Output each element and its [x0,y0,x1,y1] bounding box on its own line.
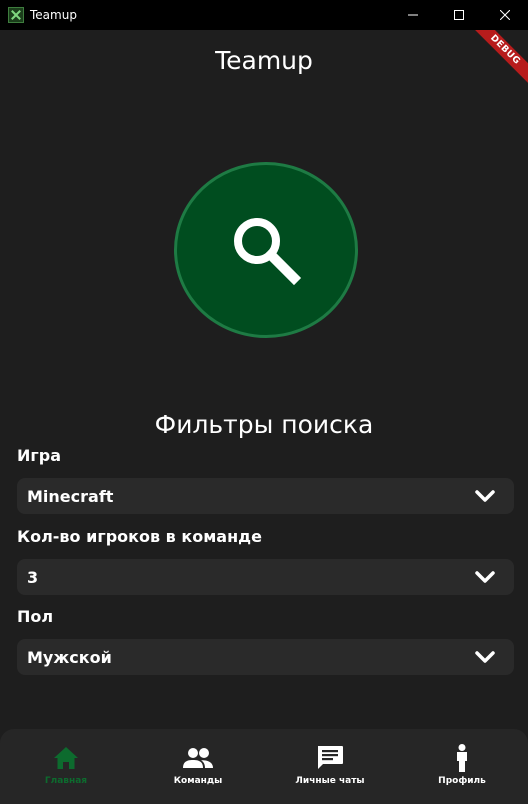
gender-value: Мужской [27,647,112,667]
search-icon [234,218,302,286]
minimize-icon [408,14,418,16]
chevron-down-icon [475,571,495,583]
game-label: Игра [17,446,61,465]
search-button[interactable] [174,162,358,338]
players-value: 3 [27,567,39,587]
debug-banner: DEBUG [468,30,528,90]
game-dropdown[interactable]: Minecraft [17,478,514,514]
window-titlebar: Teamup [0,0,528,30]
nav-item-home[interactable]: Главная [0,729,132,804]
bottom-navigation: Главная Команды Личные чаты Профиль [0,729,528,804]
app-logo-icon [8,7,24,23]
filters-title: Фильтры поиска [154,410,374,439]
nav-item-profile[interactable]: Профиль [396,729,528,804]
nav-item-teams[interactable]: Команды [132,729,264,804]
app-bar: Teamup [0,30,528,92]
nav-item-chats[interactable]: Личные чаты [264,729,396,804]
gender-dropdown[interactable]: Мужской [17,639,514,675]
gender-label: Пол [17,607,54,626]
players-dropdown[interactable]: 3 [17,559,514,595]
debug-label: DEBUG [468,30,528,87]
minimize-button[interactable] [390,0,436,30]
group-icon [183,748,213,768]
nav-label-home: Главная [44,776,88,786]
window-title: Teamup [30,8,77,22]
chat-icon [318,746,343,769]
nav-label-profile: Профиль [438,776,486,786]
nav-label-chats: Личные чаты [295,776,365,786]
players-label: Кол-во игроков в команде [17,527,262,546]
person-icon [457,744,467,772]
window-controls [390,0,528,30]
home-icon [54,747,78,769]
nav-label-teams: Команды [173,776,223,786]
close-button[interactable] [482,0,528,30]
game-value: Minecraft [27,486,114,506]
chevron-down-icon [475,490,495,502]
maximize-button[interactable] [436,0,482,30]
maximize-icon [454,10,464,20]
chevron-down-icon [475,651,495,663]
close-icon [500,10,510,20]
page-title: Teamup [215,46,313,75]
